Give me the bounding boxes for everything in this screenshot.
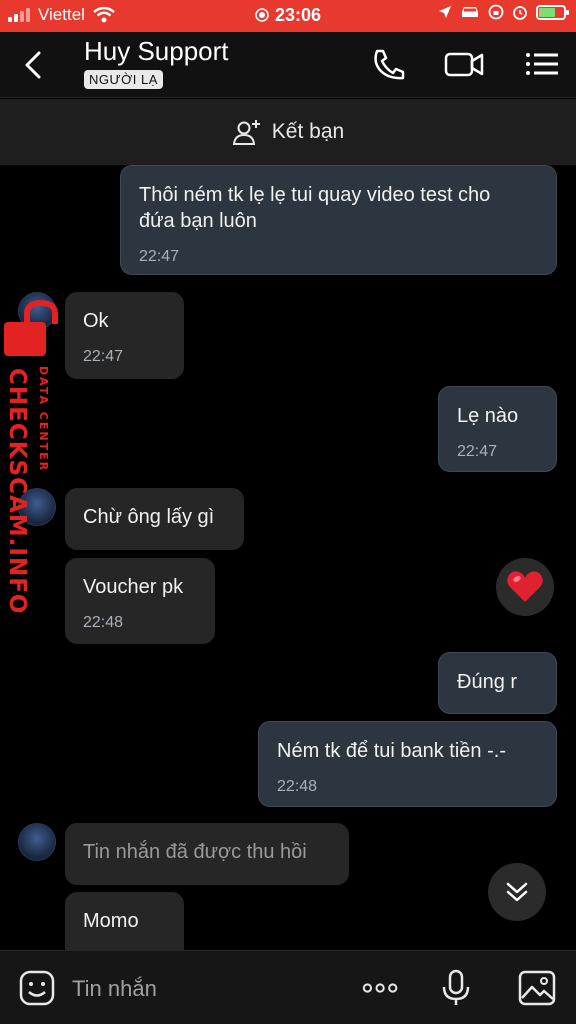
message-bubble[interactable]: Đúng r: [438, 652, 557, 714]
add-friend-label: Kết bạn: [271, 120, 345, 143]
message-bubble[interactable]: Ok 22:47: [65, 292, 184, 379]
back-icon[interactable]: [20, 50, 48, 80]
composer-bar: Tin nhắn: [0, 950, 576, 1024]
message-bubble[interactable]: Voucher pk 22:48: [65, 558, 215, 644]
double-chevron-down-icon: [506, 882, 528, 902]
lock-watermark-icon: [4, 300, 58, 356]
contact-name[interactable]: Huy Support: [84, 36, 229, 67]
clock: 23:06: [274, 5, 322, 25]
phone-icon[interactable]: [368, 46, 408, 82]
message-text: Lẹ nào: [457, 405, 519, 427]
message-list[interactable]: Thôi ném tk lẹ lẹ tui quay video test ch…: [0, 165, 576, 950]
message-bubble[interactable]: Lẹ nào 22:47: [438, 386, 557, 472]
status-bar: Viettel 23:06: [0, 0, 576, 32]
message-time: 22:48: [83, 614, 124, 631]
more-options-icon[interactable]: [362, 969, 400, 1007]
message-time: 22:47: [139, 248, 180, 265]
message-time: 22:47: [457, 443, 498, 460]
message-input[interactable]: Tin nhắn: [72, 976, 157, 1002]
message-time: 22:47: [83, 348, 124, 365]
heart-icon: [507, 571, 543, 602]
microphone-icon[interactable]: [437, 969, 475, 1007]
add-user-icon: [232, 120, 260, 145]
message-text: Ok: [83, 310, 109, 332]
message-text: Ném tk để tui bank tiền -.-: [277, 740, 506, 762]
message-text: Tin nhắn đã được thu hồi: [83, 841, 307, 863]
reaction-button[interactable]: [496, 558, 554, 616]
location-icon: [439, 6, 451, 18]
rotation-lock-icon: [488, 4, 504, 20]
add-friend-button[interactable]: Kết bạn: [0, 99, 576, 165]
message-bubble[interactable]: Momo: [65, 892, 184, 950]
message-text: Voucher pk: [83, 576, 184, 598]
scroll-down-button[interactable]: [488, 863, 546, 921]
alarm-icon: [513, 6, 527, 20]
message-time: 22:48: [277, 778, 318, 795]
message-bubble[interactable]: Thôi ném tk lẹ lẹ tui quay video test ch…: [120, 165, 557, 275]
message-bubble[interactable]: Tin nhắn đã được thu hồi: [65, 823, 349, 885]
recording-icon: [255, 8, 269, 22]
message-bubble[interactable]: Ném tk để tui bank tiền -.- 22:48: [258, 721, 557, 807]
battery-icon: [536, 4, 569, 20]
car-icon: [462, 7, 478, 17]
avatar[interactable]: [18, 823, 56, 861]
chat-header: Huy Support NGƯỜI LẠ: [0, 32, 576, 98]
message-text: Thôi ném tk lẹ lẹ tui quay video test ch…: [139, 184, 491, 206]
image-icon[interactable]: [518, 969, 556, 1007]
stranger-badge: NGƯỜI LẠ: [84, 70, 163, 89]
message-text: Đúng r: [457, 671, 518, 693]
message-text: Momo: [83, 910, 139, 932]
message-text: đứa bạn luôn: [139, 210, 257, 232]
watermark-text: CHECKSCAM.INFO: [4, 368, 30, 615]
message-bubble[interactable]: Chừ ông lấy gì: [65, 488, 244, 550]
watermark-subtext: DATA CENTER: [37, 366, 50, 473]
message-text: Chừ ông lấy gì: [83, 506, 215, 528]
emoji-icon[interactable]: [18, 969, 56, 1007]
menu-icon[interactable]: [522, 46, 562, 82]
video-call-icon[interactable]: [444, 46, 484, 82]
